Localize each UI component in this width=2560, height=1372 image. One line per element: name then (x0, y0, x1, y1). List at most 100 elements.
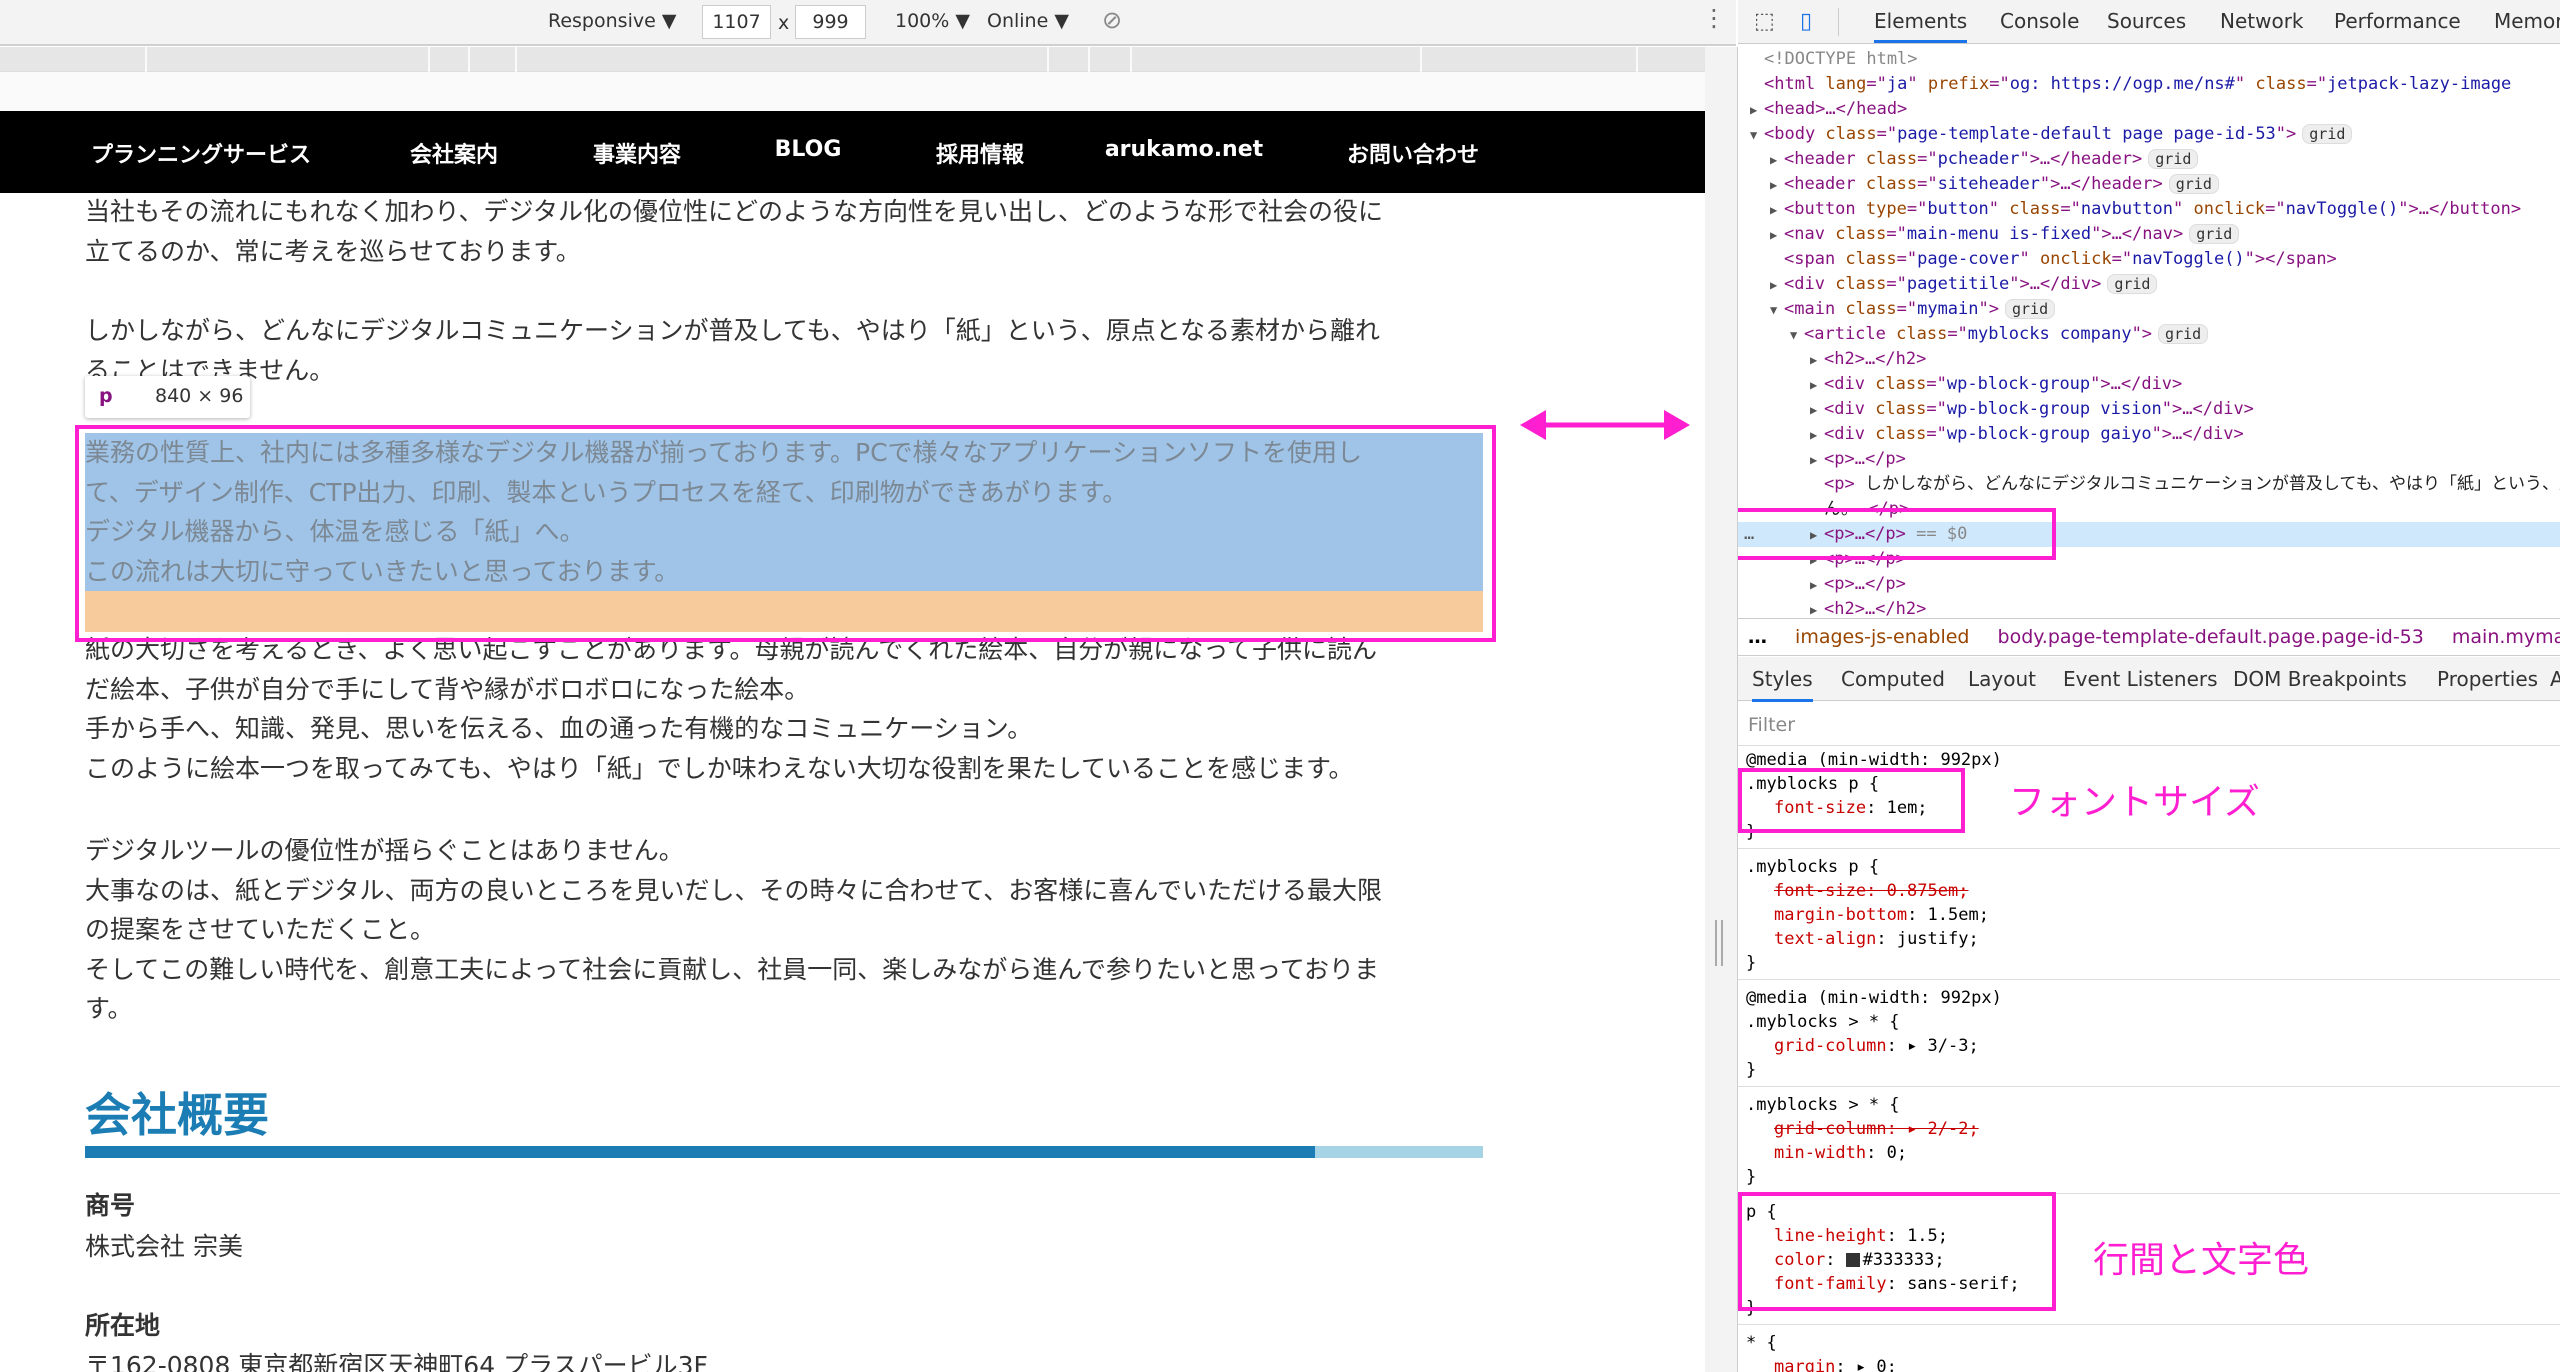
tab-event-listeners[interactable]: Event Listeners (2063, 667, 2218, 691)
nav-business[interactable]: 事業内容 (593, 137, 681, 169)
code-token: =" (2060, 199, 2081, 219)
network-throttle-select[interactable]: Online ▼ (987, 10, 1069, 32)
dom-node[interactable]: ▼ <main class="mymain"> grid (1738, 297, 2560, 322)
dom-node[interactable]: <html lang="ja" prefix="og: https://ogp.… (1738, 72, 2560, 97)
expand-arrow-icon[interactable]: ▶ (1770, 173, 1784, 198)
collapse-arrow-icon[interactable]: ▼ (1790, 323, 1804, 348)
dom-node[interactable]: <p> しかしながら、どんなにデジタルコミュニケーションが普及しても、やはり「紙… (1738, 472, 2560, 497)
nav-company[interactable]: 会社案内 (410, 137, 498, 169)
tab-accessibility[interactable]: A (2550, 667, 2560, 691)
breadcrumb-item[interactable]: main.mymain (2452, 626, 2560, 648)
collapse-arrow-icon[interactable]: ▼ (1750, 123, 1764, 148)
dom-node[interactable]: ▶ <div class="wp-block-group vision">…</d… (1738, 397, 2560, 422)
breadcrumb-overflow[interactable]: … (1748, 626, 1767, 648)
device-select[interactable]: Responsive ▼ (548, 10, 676, 32)
style-declaration[interactable]: grid-column: ▸ 2/-2; (1746, 1117, 2552, 1141)
expand-arrow-icon[interactable]: ▶ (1770, 198, 1784, 223)
resize-handle[interactable] (1715, 920, 1723, 966)
dom-node[interactable]: ▶ <head>…</head> (1738, 97, 2560, 122)
grid-badge[interactable]: grid (2189, 224, 2240, 244)
code-token: <div (1824, 374, 1876, 394)
media-query-ruler[interactable] (0, 47, 1736, 72)
grid-badge[interactable]: grid (2302, 124, 2353, 144)
device-toggle-icon[interactable]: ▯ (1800, 9, 1812, 34)
style-declaration[interactable]: text-align: justify; (1746, 927, 2552, 951)
dom-node[interactable]: ▼ <article class="myblocks company"> grid (1738, 322, 2560, 347)
style-declaration[interactable]: .myblocks > * { (1746, 1010, 2552, 1034)
tab-console[interactable]: Console (2000, 9, 2079, 33)
styles-filter-input[interactable]: Filter (1738, 702, 2560, 746)
dom-node[interactable]: ▶ <div class="wp-block-group gaiyo">…</di… (1738, 422, 2560, 447)
tab-properties[interactable]: Properties (2437, 667, 2538, 691)
expand-arrow-icon[interactable]: ▶ (1770, 223, 1784, 248)
grid-badge[interactable]: grid (2005, 299, 2056, 319)
dom-node[interactable]: <span class="page-cover" onclick="navTog… (1738, 247, 2560, 272)
css-text: } (1746, 1060, 1757, 1080)
style-declaration[interactable]: } (1746, 1165, 2552, 1189)
expand-arrow-icon[interactable]: ▶ (1810, 573, 1824, 598)
expand-arrow-icon[interactable]: ▶ (1750, 98, 1764, 123)
style-declaration[interactable]: .myblocks p { (1746, 855, 2552, 879)
dom-node[interactable]: ▶ <nav class="main-menu is-fixed">…</nav>… (1738, 222, 2560, 247)
tab-dom-breakpoints[interactable]: DOM Breakpoints (2233, 667, 2407, 691)
dom-node[interactable]: ▶ <h2>…</h2> (1738, 347, 2560, 372)
zoom-select[interactable]: 100% ▼ (895, 10, 970, 32)
more-options-icon[interactable]: ⋮ (1702, 4, 1726, 32)
expand-arrow-icon[interactable]: ▶ (1810, 448, 1824, 473)
style-declaration[interactable]: font-size: 0.875em; (1746, 879, 2552, 903)
tab-elements[interactable]: Elements (1874, 9, 1968, 43)
grid-badge[interactable]: grid (2107, 274, 2158, 294)
dom-node[interactable]: <!DOCTYPE html> (1738, 47, 2560, 72)
dom-node[interactable]: ▶ <button type="button" class="navbutton"… (1738, 197, 2560, 222)
width-input[interactable]: 1107 (702, 5, 771, 39)
style-declaration[interactable]: @media (min-width: 992px) (1746, 986, 2552, 1010)
expand-arrow-icon[interactable]: ▶ (1810, 348, 1824, 373)
dom-node[interactable]: ▶ <p>…</p> (1738, 447, 2560, 472)
style-declaration[interactable]: margin: ▸ 0; (1746, 1355, 2552, 1372)
style-declaration[interactable]: grid-column: ▸ 3/-3; (1746, 1034, 2552, 1058)
height-input[interactable]: 999 (795, 5, 866, 39)
dom-node[interactable]: ▶ <div class="wp-block-group">…</div> (1738, 372, 2560, 397)
breadcrumb-item[interactable]: images-js-enabled (1795, 626, 1969, 648)
dom-node[interactable]: ▶ <header class="pcheader">…</header> grid (1738, 147, 2560, 172)
style-declaration[interactable]: min-width: 0; (1746, 1141, 2552, 1165)
nav-blog[interactable]: BLOG (775, 137, 842, 162)
nav-contact[interactable]: お問い合わせ (1347, 137, 1479, 169)
collapse-arrow-icon[interactable]: ▼ (1770, 298, 1784, 323)
expand-arrow-icon[interactable]: ▶ (1810, 423, 1824, 448)
code-token: ">…</button> (2398, 199, 2522, 219)
rotate-icon[interactable]: ⊘ (1102, 6, 1122, 34)
style-declaration[interactable]: } (1746, 951, 2552, 975)
nav-arukamo[interactable]: arukamo.net (1105, 137, 1263, 162)
expand-arrow-icon[interactable]: ▶ (1770, 273, 1784, 298)
tab-memory[interactable]: Memory (2494, 9, 2560, 33)
tab-layout[interactable]: Layout (1968, 667, 2036, 691)
style-declaration[interactable]: } (1746, 1058, 2552, 1082)
tab-performance[interactable]: Performance (2334, 9, 2461, 33)
style-declaration[interactable]: .myblocks > * { (1746, 1093, 2552, 1117)
dom-node[interactable]: ▶ <div class="pagetitile">…</div> grid (1738, 272, 2560, 297)
tab-styles[interactable]: Styles (1752, 667, 1813, 702)
nav-planning-service[interactable]: プランニングサービス (91, 137, 311, 169)
grid-badge[interactable]: grid (2148, 149, 2199, 169)
tab-computed[interactable]: Computed (1841, 667, 1945, 691)
code-token: <nav (1784, 224, 1836, 244)
grid-badge[interactable]: grid (2158, 324, 2209, 344)
resize-area (1705, 47, 1738, 1372)
code-token: ">…</div> (2151, 424, 2244, 444)
style-declaration[interactable]: margin-bottom: 1.5em; (1746, 903, 2552, 927)
dom-node[interactable]: ▶ <header class="siteheader">…</header> gr… (1738, 172, 2560, 197)
expand-arrow-icon[interactable]: ▶ (1810, 373, 1824, 398)
tab-network[interactable]: Network (2220, 9, 2304, 33)
nav-recruit[interactable]: 採用情報 (936, 137, 1024, 169)
dom-node[interactable]: ▶ <p>…</p> (1738, 572, 2560, 597)
style-declaration[interactable]: * { (1746, 1331, 2552, 1355)
inspect-element-icon[interactable]: ⬚ (1754, 9, 1775, 34)
tab-sources[interactable]: Sources (2107, 9, 2186, 33)
expand-arrow-icon[interactable]: ▶ (1810, 398, 1824, 423)
grid-badge[interactable]: grid (2168, 174, 2219, 194)
viewport-margin (0, 72, 1705, 111)
expand-arrow-icon[interactable]: ▶ (1770, 148, 1784, 173)
breadcrumb-item[interactable]: body.page-template-default.page.page-id-… (1998, 626, 2424, 648)
dom-node[interactable]: ▼ <body class="page-template-default page… (1738, 122, 2560, 147)
